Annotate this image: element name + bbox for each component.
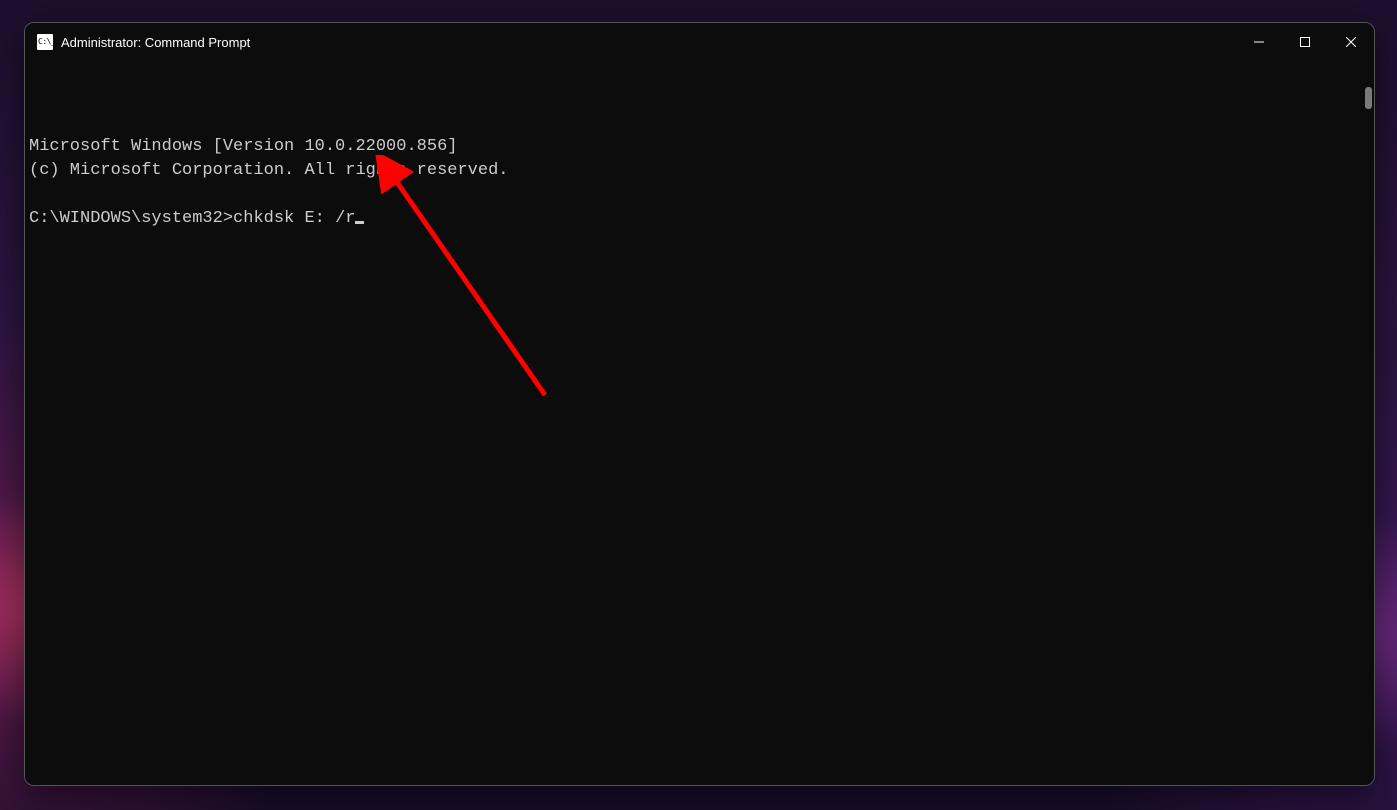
minimize-button[interactable] xyxy=(1236,23,1282,61)
terminal-command-input[interactable]: chkdsk E: /r xyxy=(233,209,355,228)
terminal-line: Microsoft Windows [Version 10.0.22000.85… xyxy=(29,137,457,156)
close-button[interactable] xyxy=(1328,23,1374,61)
terminal-prompt: C:\WINDOWS\system32> xyxy=(29,209,233,228)
window-controls xyxy=(1236,23,1374,61)
terminal-output-area[interactable]: Microsoft Windows [Version 10.0.22000.85… xyxy=(25,61,1374,785)
text-cursor xyxy=(355,221,364,224)
window-title: Administrator: Command Prompt xyxy=(61,35,250,50)
titlebar[interactable]: Administrator: Command Prompt xyxy=(25,23,1374,61)
scrollbar-thumb[interactable] xyxy=(1365,87,1372,109)
command-prompt-window: Administrator: Command Prompt Microsoft … xyxy=(24,22,1375,786)
scrollbar-track[interactable] xyxy=(1362,65,1372,781)
maximize-button[interactable] xyxy=(1282,23,1328,61)
cmd-icon xyxy=(37,34,53,50)
terminal-line: (c) Microsoft Corporation. All rights re… xyxy=(29,161,508,180)
